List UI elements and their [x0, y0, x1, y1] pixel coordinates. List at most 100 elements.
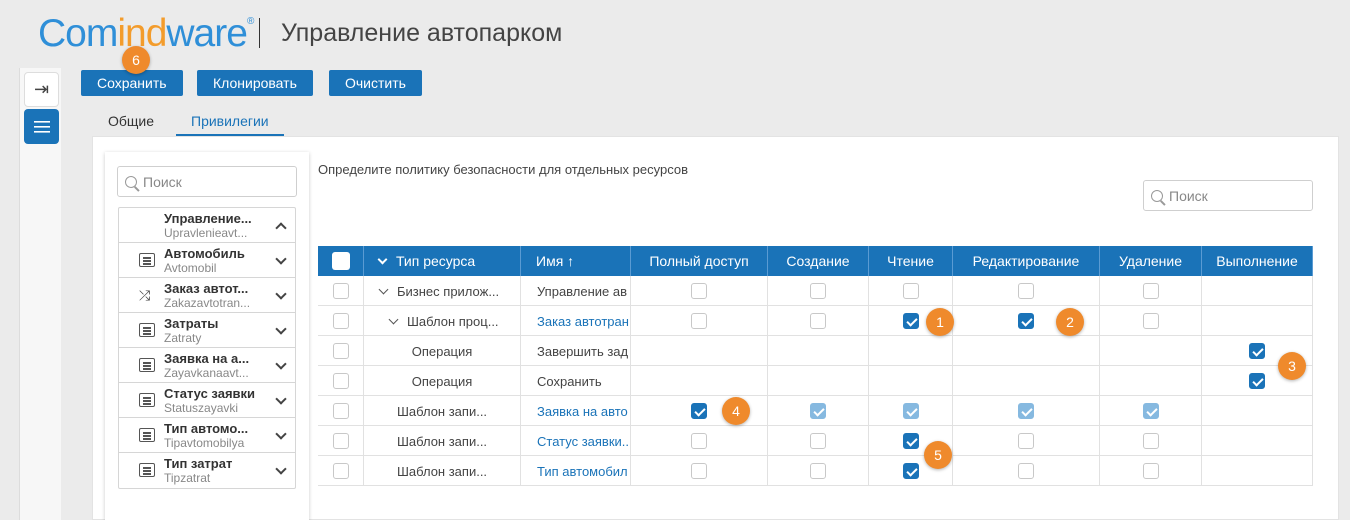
- permission-checkbox[interactable]: [691, 403, 707, 419]
- resource-system-name: Tipzatrat: [164, 471, 211, 485]
- table-row[interactable]: Операция Сохранить: [318, 366, 1313, 396]
- table-row[interactable]: Шаблон запи... Статус заявки...: [318, 426, 1313, 456]
- hamburger-icon: [33, 120, 50, 133]
- column-header-label: Редактирование: [972, 253, 1080, 269]
- chevron-down-icon[interactable]: [275, 288, 287, 300]
- chevron-up-icon[interactable]: [275, 222, 287, 234]
- permission-checkbox[interactable]: [810, 463, 826, 479]
- column-header[interactable]: Редактирование: [953, 246, 1100, 276]
- permission-checkbox[interactable]: [1018, 463, 1034, 479]
- resource-name-cell[interactable]: Заказ автотран: [521, 306, 631, 336]
- resource-system-name: Upravlenieavt...: [164, 226, 248, 240]
- search-placeholder: Поиск: [143, 173, 182, 190]
- permission-checkbox[interactable]: [1142, 433, 1159, 449]
- row-select-checkbox[interactable]: [332, 433, 349, 449]
- resource-tree-item[interactable]: Тип автомо... Tipavtomobilya: [119, 418, 295, 453]
- row-select-checkbox[interactable]: [332, 313, 349, 329]
- chevron-down-icon[interactable]: [377, 254, 388, 264]
- resource-tree-item[interactable]: Тип затрат Tipzatrat: [119, 453, 295, 488]
- resource-tree-item[interactable]: ⤮ Заказ автот... Zakazavtotran...: [119, 278, 295, 313]
- column-header[interactable]: Выполнение: [1202, 246, 1313, 276]
- resource-tree-item[interactable]: Автомобиль Avtomobil: [119, 243, 295, 278]
- chevron-down-icon[interactable]: [275, 393, 287, 405]
- resource-name-cell[interactable]: Тип автомобил: [521, 456, 631, 486]
- column-header[interactable]: Полный доступ: [631, 246, 768, 276]
- permission-checkbox[interactable]: [1018, 283, 1034, 299]
- permission-checkbox[interactable]: [902, 433, 919, 449]
- row-select-checkbox[interactable]: [332, 463, 349, 479]
- resource-tree-item[interactable]: Заявка на а... Zayavkanaavt...: [119, 348, 295, 383]
- table-row[interactable]: Шаблон проц... Заказ автотран: [318, 306, 1313, 336]
- column-header[interactable]: Имя ↑: [521, 246, 631, 276]
- permission-checkbox[interactable]: [902, 403, 919, 419]
- expand-panel-button[interactable]: ⇥: [24, 72, 59, 107]
- permission-checkbox[interactable]: [1018, 433, 1034, 449]
- permission-checkbox[interactable]: [902, 313, 919, 329]
- select-all-checkbox[interactable]: [331, 252, 350, 270]
- permission-checkbox[interactable]: [1142, 403, 1159, 419]
- clear-button[interactable]: Очистить: [329, 70, 422, 96]
- permission-cell: [1202, 456, 1313, 486]
- resource-system-name: Zatraty: [164, 331, 202, 345]
- column-header[interactable]: Создание: [768, 246, 869, 276]
- permission-checkbox[interactable]: [691, 463, 707, 479]
- permission-checkbox[interactable]: [902, 283, 919, 299]
- permission-checkbox[interactable]: [1142, 463, 1159, 479]
- resource-name-cell[interactable]: Заявка на авто: [521, 396, 631, 426]
- permission-checkbox[interactable]: [1142, 313, 1159, 329]
- resource-tree-item[interactable]: Статус заявки Statuszayavki: [119, 383, 295, 418]
- chevron-down-icon[interactable]: [275, 253, 287, 265]
- permission-checkbox[interactable]: [691, 433, 707, 449]
- grid-search-input[interactable]: Поиск: [1143, 180, 1313, 211]
- chevron-down-icon[interactable]: [378, 284, 389, 294]
- resource-name: Статус заявки: [164, 386, 256, 401]
- chevron-down-icon[interactable]: [388, 314, 399, 324]
- menu-button[interactable]: [24, 109, 59, 144]
- table-row[interactable]: Бизнес прилож... Управление ав: [318, 276, 1313, 306]
- chevron-down-icon[interactable]: [275, 428, 287, 440]
- table-row[interactable]: Шаблон запи... Заявка на авто: [318, 396, 1313, 426]
- save-button[interactable]: Сохранить: [81, 70, 183, 96]
- permission-checkbox[interactable]: [1249, 373, 1265, 389]
- column-header[interactable]: Удаление: [1100, 246, 1202, 276]
- permission-checkbox[interactable]: [1249, 343, 1265, 359]
- column-header-label: Создание: [786, 253, 850, 269]
- resource-system-name: Avtomobil: [164, 261, 217, 275]
- callout-badge-6: 6: [122, 46, 150, 74]
- chevron-down-icon[interactable]: [275, 358, 287, 370]
- resource-type-cell: Шаблон запи...: [364, 456, 521, 486]
- app-header: Comindware® Управление автопарком: [0, 0, 1350, 68]
- resource-type-label: Операция: [411, 343, 473, 359]
- table-row[interactable]: Операция Завершить зад: [318, 336, 1313, 366]
- row-select-checkbox[interactable]: [332, 343, 349, 359]
- column-header[interactable]: Чтение: [869, 246, 953, 276]
- tab-general[interactable]: Общие: [93, 110, 169, 136]
- permission-cell: [953, 276, 1100, 306]
- permission-checkbox[interactable]: [691, 283, 707, 299]
- permission-checkbox[interactable]: [691, 313, 707, 329]
- chevron-down-icon[interactable]: [275, 463, 287, 475]
- chevron-down-icon[interactable]: [275, 323, 287, 335]
- column-header[interactable]: Тип ресурса: [364, 246, 521, 276]
- privileges-grid: Тип ресурса Имя ↑ Полный доступ Создание Чте…: [318, 246, 1313, 486]
- resource-name-cell[interactable]: Статус заявки...: [521, 426, 631, 456]
- row-select-checkbox[interactable]: [332, 373, 349, 389]
- row-select-checkbox[interactable]: [332, 283, 349, 299]
- header-divider: [259, 18, 260, 48]
- tab-privileges[interactable]: Привилегии: [176, 110, 284, 136]
- table-row[interactable]: Шаблон запи... Тип автомобил: [318, 456, 1313, 486]
- permission-cell: [1100, 396, 1202, 426]
- row-select-checkbox[interactable]: [332, 403, 349, 419]
- permission-checkbox[interactable]: [810, 403, 826, 419]
- permission-checkbox[interactable]: [1018, 403, 1034, 419]
- permission-checkbox[interactable]: [810, 313, 826, 329]
- permission-checkbox[interactable]: [810, 433, 826, 449]
- permission-checkbox[interactable]: [902, 463, 919, 479]
- permission-checkbox[interactable]: [810, 283, 826, 299]
- clone-button[interactable]: Клонировать: [197, 70, 313, 96]
- resource-search-input[interactable]: Поиск: [117, 166, 297, 197]
- permission-checkbox[interactable]: [1018, 313, 1034, 329]
- permission-checkbox[interactable]: [1142, 283, 1159, 299]
- resource-tree-item[interactable]: Затраты Zatraty: [119, 313, 295, 348]
- resource-tree-item[interactable]: Управление... Upravlenieavt...: [119, 208, 295, 243]
